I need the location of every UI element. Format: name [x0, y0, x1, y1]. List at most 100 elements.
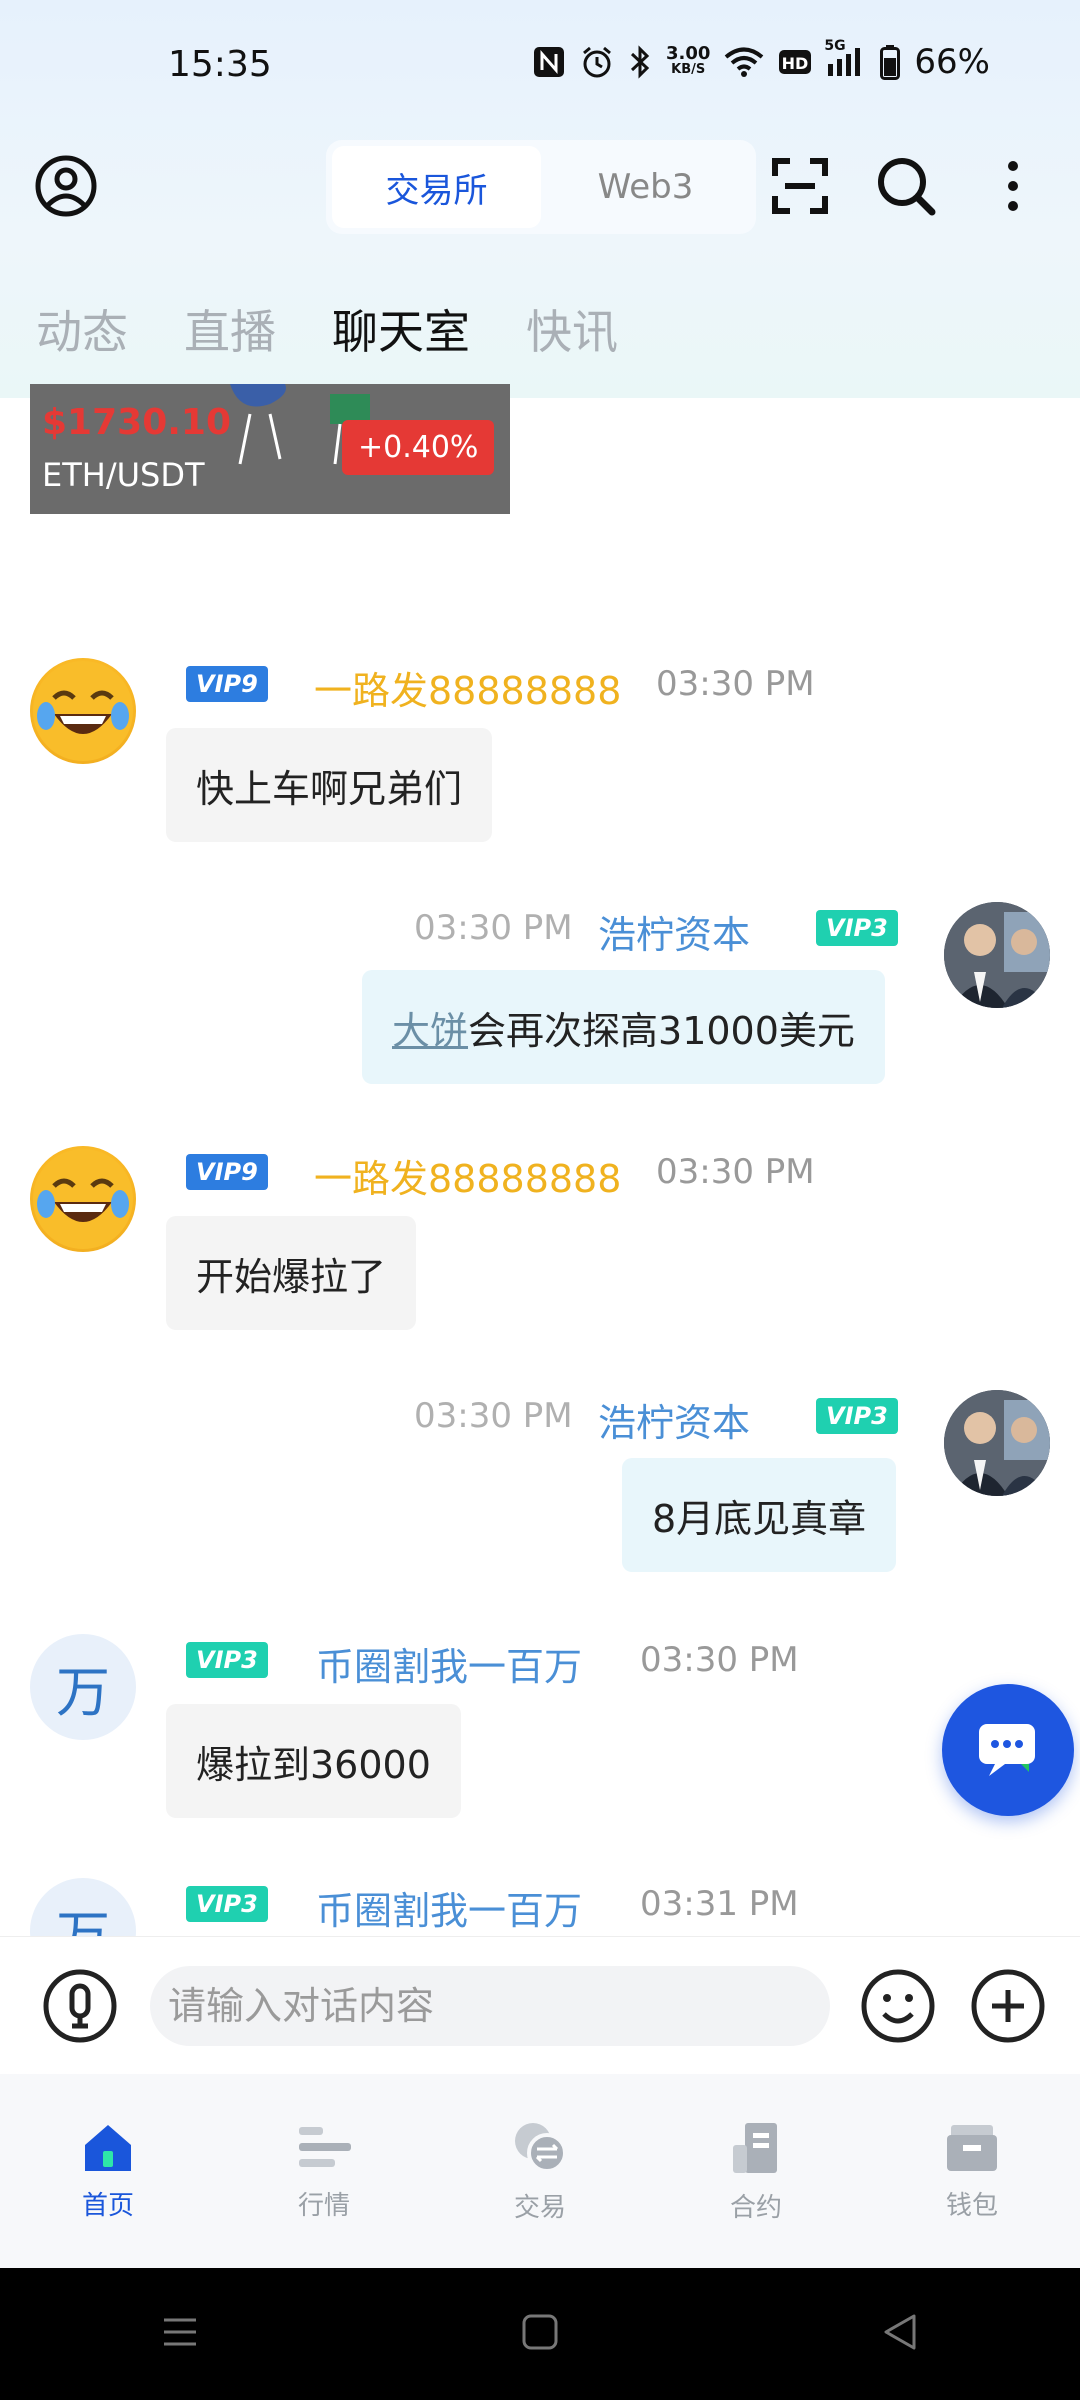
partial-message-clip: 万 VIP3 币圈割我一百万 03:31 PM [0, 1860, 1080, 1936]
nav-label: 交易 [513, 2192, 566, 2223]
bluetooth-icon [628, 45, 652, 79]
avatar[interactable] [30, 658, 136, 764]
user-photo-avatar [944, 902, 1050, 1008]
tab-flash-news[interactable]: 快讯 [526, 296, 618, 368]
message-time: 03:30 PM [414, 1396, 573, 1436]
vip-badge: VIP9 [186, 666, 268, 702]
sender-name[interactable]: 浩柠资本 [598, 1392, 750, 1447]
sender-name[interactable]: 币圈割我一百万 [316, 1880, 582, 1935]
tab-dynamics[interactable]: 动态 [36, 296, 128, 368]
nav-home[interactable]: 首页 [0, 2074, 216, 2268]
net-speed: 3.00 KB/S [666, 43, 711, 78]
system-navigation-bar [0, 2268, 1080, 2400]
message-text: 快上车啊兄弟们 [196, 766, 463, 811]
chat-float-button[interactable] [942, 1684, 1074, 1816]
wallet-icon [947, 2124, 997, 2171]
nav-label: 钱包 [945, 2190, 998, 2221]
message-time: 03:30 PM [656, 1152, 815, 1192]
message-text: 爆拉到36000 [196, 1742, 431, 1787]
menu-lines-icon [164, 2318, 196, 2346]
scan-button[interactable] [770, 156, 830, 216]
avatar[interactable] [30, 1146, 136, 1252]
wifi-icon [724, 46, 764, 78]
scan-icon [772, 158, 828, 214]
avatar[interactable] [944, 902, 1050, 1008]
message-time: 03:30 PM [414, 908, 573, 948]
chat-message-input[interactable] [150, 1966, 830, 2046]
signal-icon: 5G [824, 38, 866, 78]
nav-wallet[interactable]: 钱包 [864, 2074, 1080, 2268]
smiley-icon [861, 1969, 935, 2043]
price-ticker-card[interactable]: $1730.10 ETH/USDT +0.40% [30, 384, 510, 514]
voice-button[interactable] [42, 1968, 118, 2044]
nav-label: 合约 [729, 2192, 782, 2223]
back-system-button[interactable] [880, 2312, 920, 2356]
vip-badge: VIP3 [186, 1642, 268, 1678]
message-bubble[interactable]: 大饼 会再次探高31000美元 [362, 970, 885, 1084]
nav-trade[interactable]: 交易 [432, 2074, 648, 2268]
message-bubble[interactable]: 爆拉到36000 [166, 1704, 461, 1818]
nav-label: 行情 [297, 2190, 350, 2221]
status-time: 15:35 [168, 44, 272, 85]
message-bubble[interactable]: 开始爆拉了 [166, 1216, 417, 1330]
tab-live[interactable]: 直播 [184, 296, 276, 368]
message-text: 会再次探高31000美元 [468, 1008, 855, 1053]
vip-badge: VIP3 [816, 1398, 898, 1434]
tab-chatroom[interactable]: 聊天室 [332, 296, 470, 370]
vip-badge: VIP9 [186, 1154, 268, 1190]
section-tabs: 动态 直播 聊天室 快讯 [36, 296, 618, 370]
sender-name[interactable]: 一路发88888888 [314, 1148, 621, 1203]
message-text: 开始爆拉了 [196, 1254, 387, 1299]
add-attachment-button[interactable] [970, 1968, 1046, 2044]
sender-name[interactable]: 一路发88888888 [314, 660, 621, 715]
trade-icon [515, 2122, 567, 2173]
message-link-word[interactable]: 大饼 [392, 1000, 468, 1055]
laughing-emoji-icon [33, 661, 133, 761]
search-icon [878, 158, 936, 216]
message-bubble[interactable]: 8月底见真章 [622, 1458, 897, 1572]
message-time: 03:30 PM [656, 664, 815, 704]
vip-badge: VIP3 [186, 1886, 268, 1922]
contract-icon [733, 2122, 777, 2173]
segment-exchange[interactable]: 交易所 [332, 146, 541, 228]
user-photo-avatar [944, 1390, 1050, 1496]
laughing-emoji-icon [33, 1149, 133, 1249]
sender-name[interactable]: 币圈割我一百万 [316, 1636, 582, 1691]
home-system-button[interactable] [520, 2312, 560, 2356]
vip-badge: VIP3 [816, 910, 898, 946]
market-icon [299, 2126, 351, 2167]
search-button[interactable] [874, 154, 938, 218]
microphone-icon [43, 1969, 117, 2043]
status-icons: 3.00 KB/S HD 5G 66% [532, 38, 990, 82]
message-text: 8月底见真章 [652, 1496, 867, 1541]
battery-percent: 66% [914, 42, 990, 82]
nfc-icon [532, 45, 566, 79]
segment-web3[interactable]: Web3 [541, 146, 750, 228]
battery-icon [880, 44, 901, 80]
ticker-change-badge: +0.40% [342, 420, 495, 475]
plus-circle-icon [971, 1969, 1045, 2043]
alarm-icon [580, 45, 614, 79]
bottom-navigation: 首页 行情 交易 合约 钱包 [0, 2074, 1080, 2268]
avatar[interactable]: 万 [30, 1878, 136, 1936]
home-icon [85, 2124, 131, 2171]
avatar[interactable] [944, 1390, 1050, 1496]
back-triangle-icon [884, 2314, 916, 2350]
ticker-price: $1730.10 [42, 402, 232, 443]
exchange-web3-switch: 交易所 Web3 [326, 140, 756, 234]
recent-apps-button[interactable] [160, 2312, 200, 2356]
avatar[interactable]: 万 [30, 1634, 136, 1740]
message-time: 03:31 PM [640, 1884, 799, 1924]
profile-icon [35, 155, 97, 217]
message-bubble[interactable]: 快上车啊兄弟们 [166, 728, 493, 842]
nav-contract[interactable]: 合约 [648, 2074, 864, 2268]
more-vertical-icon [1008, 161, 1018, 211]
sender-name[interactable]: 浩柠资本 [598, 904, 750, 959]
square-icon [522, 2314, 558, 2350]
emoji-button[interactable] [860, 1968, 936, 2044]
nav-market[interactable]: 行情 [216, 2074, 432, 2268]
ticker-pair: ETH/USDT [42, 456, 205, 494]
chat-bubble-icon [979, 1724, 1035, 1776]
profile-button[interactable] [34, 154, 98, 218]
more-menu-button[interactable] [998, 156, 1028, 216]
